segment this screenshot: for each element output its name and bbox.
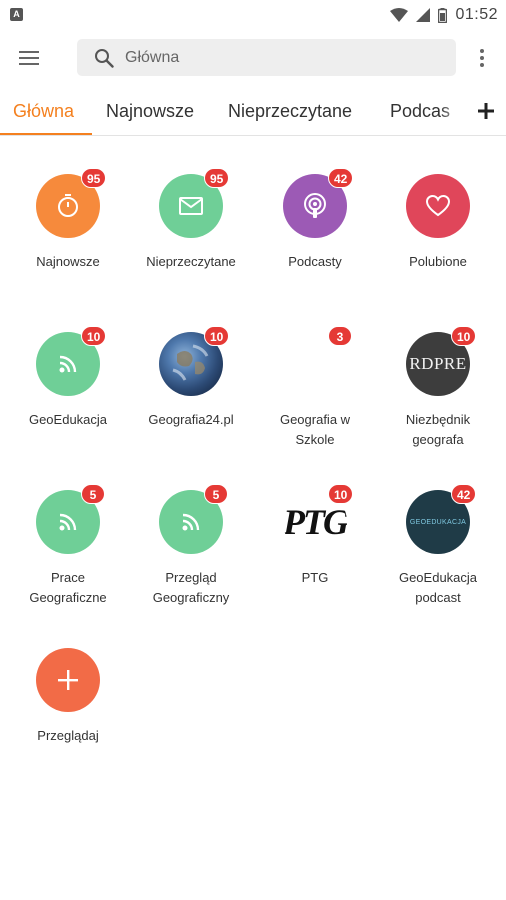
- tab-najnowsze[interactable]: Najnowsze: [106, 86, 194, 135]
- tile-nieprzeczytane[interactable]: 95 Nieprzeczytane: [131, 168, 251, 272]
- tile-prace-geograficzne[interactable]: 5 Prace Geograficzne: [8, 484, 128, 608]
- timer-icon: [58, 194, 78, 217]
- hamburger-menu-icon: [19, 51, 39, 65]
- tile-geografia24[interactable]: 10 Geografia24.pl: [131, 326, 251, 430]
- heart-icon: [426, 195, 450, 217]
- unread-count-badge: 3: [328, 326, 352, 346]
- tile-przeglad-geograficzny[interactable]: 5 Przegląd Geograficzny: [131, 484, 251, 608]
- battery-icon: [438, 7, 448, 23]
- wifi-icon: [390, 8, 409, 22]
- tile-przegladaj[interactable]: Przeglądaj: [8, 648, 128, 746]
- unread-count-badge: 5: [204, 484, 228, 504]
- tile-geografia-w-szkole[interactable]: 3 Geografia w Szkole: [255, 326, 375, 450]
- tile-label: Geografia24.pl: [148, 412, 234, 427]
- menu-button[interactable]: [14, 44, 44, 72]
- search-icon: [95, 48, 114, 68]
- tile-circle: [406, 174, 470, 238]
- tile-label: Niezbędnik geografa: [405, 412, 471, 447]
- plus-icon: [478, 102, 494, 119]
- unread-count-badge: 95: [81, 168, 107, 188]
- search-bar[interactable]: Główna: [77, 39, 456, 76]
- tile-label: PTG: [301, 570, 329, 585]
- status-icons: 01:52: [390, 4, 498, 26]
- add-tab-button[interactable]: [466, 86, 506, 135]
- tile-label: Przeglądaj: [37, 728, 99, 743]
- unread-count-badge: 10: [328, 484, 354, 504]
- tile-geoedukacja[interactable]: 10 GeoEdukacja: [8, 326, 128, 430]
- rss-icon: [182, 513, 200, 531]
- tab-nieprzeczytane[interactable]: Nieprzeczytane: [228, 86, 352, 135]
- mail-icon: [179, 197, 203, 215]
- active-tab-indicator: [0, 133, 92, 135]
- more-vert-icon: [480, 49, 484, 67]
- search-placeholder: Główna: [125, 48, 180, 66]
- plus-icon: [58, 670, 78, 690]
- unread-count-badge: 5: [81, 484, 105, 504]
- rss-icon: [59, 355, 77, 373]
- tile-label: Nieprzeczytane: [146, 254, 236, 269]
- tab-bar: Główna Najnowsze Nieprzeczytane Podcas: [0, 86, 506, 136]
- unread-count-badge: 42: [451, 484, 477, 504]
- tile-polubione[interactable]: Polubione: [378, 174, 498, 272]
- unread-count-badge: 42: [328, 168, 354, 188]
- unread-count-badge: 10: [451, 326, 477, 346]
- tab-glowna[interactable]: Główna: [13, 86, 74, 135]
- notification-icon: A: [10, 8, 23, 21]
- signal-icon: [416, 8, 431, 22]
- tile-ptg[interactable]: PTG 10 PTG: [255, 484, 375, 588]
- tile-label: GeoEdukacja podcast: [398, 570, 478, 605]
- status-bar: A 01:52: [0, 0, 506, 30]
- unread-count-badge: 10: [81, 326, 107, 346]
- clock: 01:52: [455, 6, 498, 23]
- unread-count-badge: 95: [204, 168, 230, 188]
- app-bar: Główna: [0, 30, 506, 86]
- tile-label: Polubione: [409, 254, 467, 269]
- tile-niezbednik-geografa[interactable]: RDPRE 10 Niezbędnik geografa: [378, 326, 498, 450]
- rss-icon: [59, 513, 77, 531]
- tile-label: Geografia w Szkole: [279, 412, 351, 447]
- tile-podcasty[interactable]: 42 Podcasty: [255, 168, 375, 272]
- tile-label: Prace Geograficzne: [29, 570, 107, 605]
- podcast-icon: [304, 193, 326, 218]
- tile-circle: [36, 648, 100, 712]
- more-options-button[interactable]: [466, 42, 498, 74]
- unread-count-badge: 10: [204, 326, 230, 346]
- tile-geoedukacja-podcast[interactable]: GEOEDUKACJA 42 GeoEdukacja podcast: [378, 484, 498, 608]
- tile-label: GeoEdukacja: [28, 412, 108, 427]
- tile-label: Przegląd Geograficzny: [152, 570, 230, 605]
- tile-label: Podcasty: [288, 254, 342, 269]
- tile-najnowsze[interactable]: 95 Najnowsze: [8, 168, 128, 272]
- tile-label: Najnowsze: [36, 254, 100, 269]
